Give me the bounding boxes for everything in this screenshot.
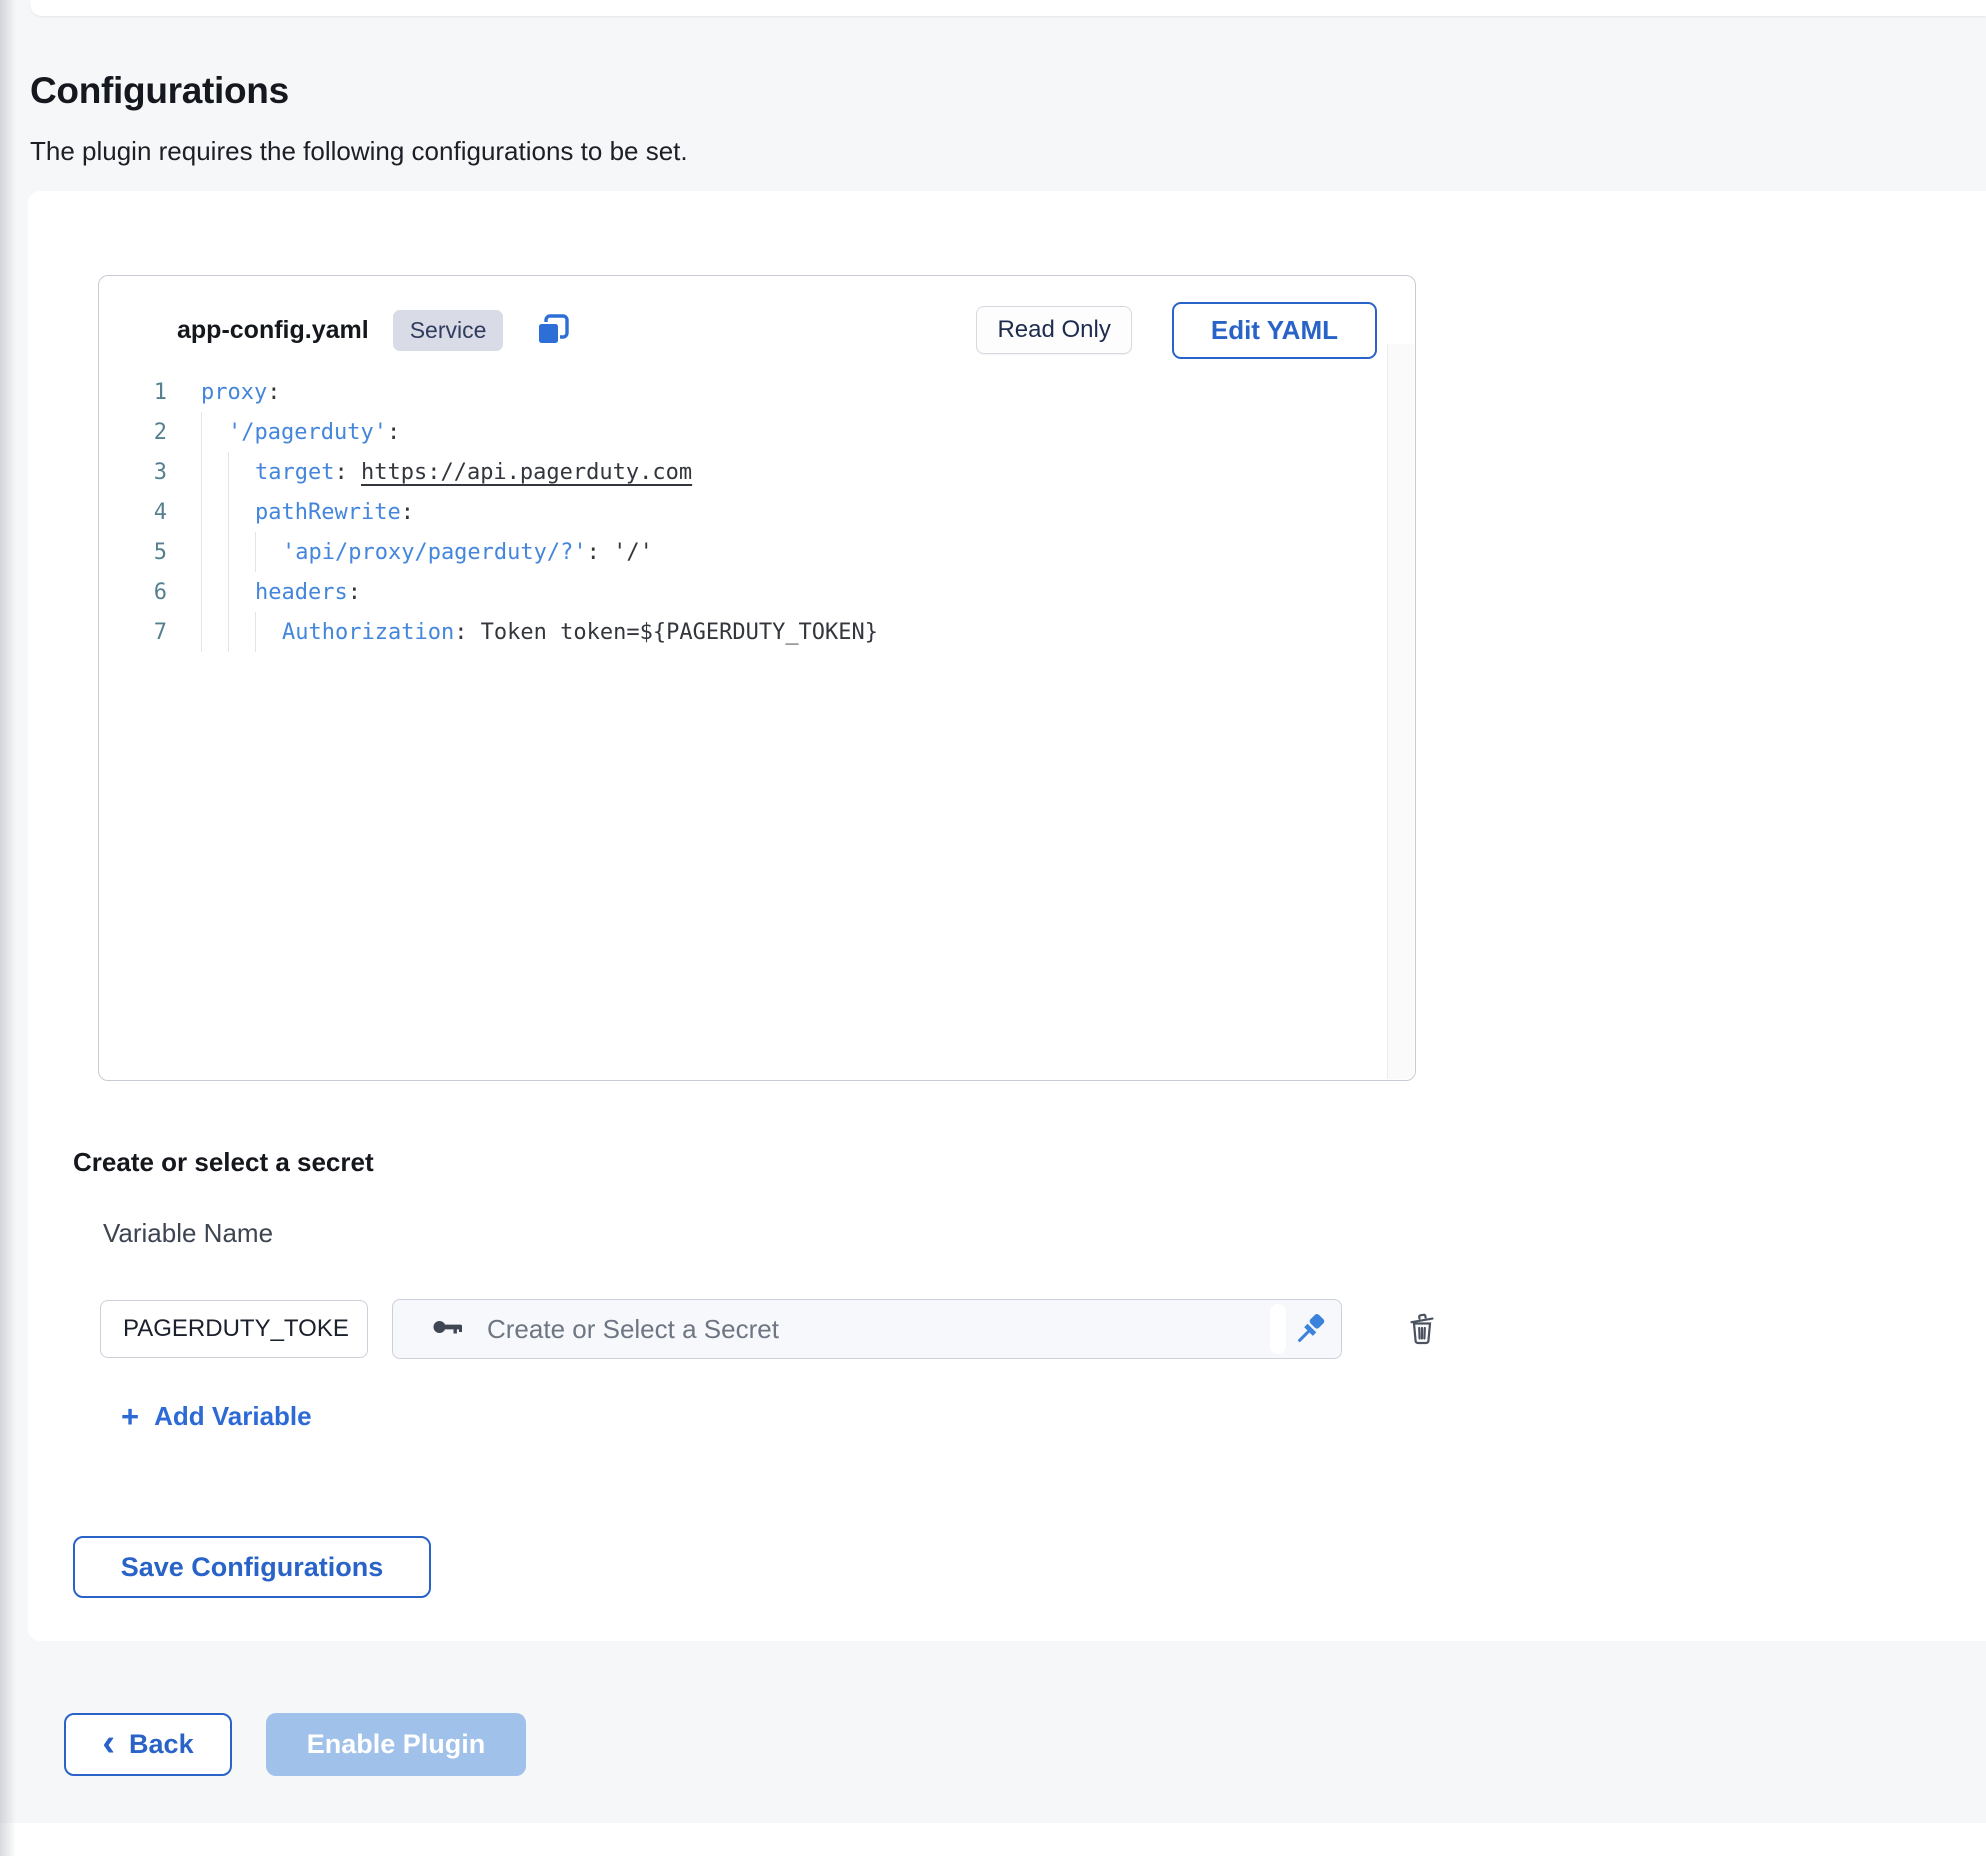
back-label: Back [129, 1729, 194, 1760]
key-icon [431, 1310, 465, 1349]
indent-guide [255, 612, 282, 652]
window-left-edge [0, 0, 16, 1856]
code-line: 5'api/proxy/pagerduty/?': '/' [99, 532, 1415, 572]
indent-guide [228, 612, 255, 652]
code-lines: 1proxy:2'/pagerduty':3target: https://ap… [99, 372, 1415, 1076]
enable-plugin-button[interactable]: Enable Plugin [266, 1713, 526, 1776]
indent-guide [228, 532, 255, 572]
bottom-white-band [0, 1823, 1986, 1856]
editor-header: app-config.yaml Service Read Only Edit Y… [99, 276, 1415, 356]
variable-name-label: Variable Name [103, 1218, 1986, 1249]
line-number: 3 [99, 460, 167, 485]
secret-section: Create or select a secret Variable Name … [73, 1147, 1986, 1598]
pin-icon[interactable] [1286, 1302, 1336, 1356]
indent-guide [228, 572, 255, 612]
save-configurations-button[interactable]: Save Configurations [73, 1536, 431, 1598]
add-variable-label: Add Variable [154, 1401, 312, 1432]
indent-guide [255, 532, 282, 572]
read-only-badge: Read Only [976, 306, 1131, 354]
line-number: 6 [99, 580, 167, 605]
page-subtitle: The plugin requires the following config… [30, 136, 1986, 167]
indent-guide [228, 452, 255, 492]
back-button[interactable]: ‹ Back [64, 1713, 232, 1776]
line-number: 5 [99, 540, 167, 565]
line-number: 1 [99, 380, 167, 405]
previous-card-bottom-edge [30, 0, 1986, 16]
add-variable-button[interactable]: + Add Variable [121, 1401, 312, 1432]
plus-icon: + [121, 1401, 139, 1432]
service-badge: Service [393, 310, 504, 351]
indent-guide [201, 612, 228, 652]
code-line: 3target: https://api.pagerduty.com [99, 452, 1415, 492]
edit-yaml-button[interactable]: Edit YAML [1172, 302, 1377, 359]
code-line: 1proxy: [99, 372, 1415, 412]
indent-guide [201, 492, 228, 532]
yaml-editor-card: app-config.yaml Service Read Only Edit Y… [98, 275, 1416, 1081]
trash-icon[interactable] [1400, 1307, 1444, 1351]
indent-guide [201, 572, 228, 612]
indent-guide [201, 412, 228, 452]
secret-picker-placeholder: Create or Select a Secret [487, 1314, 1270, 1345]
secret-picker[interactable]: Create or Select a Secret [392, 1299, 1342, 1359]
indent-guide [228, 492, 255, 532]
secret-section-title: Create or select a secret [73, 1147, 1986, 1178]
line-number: 4 [99, 500, 167, 525]
indent-guide [201, 452, 228, 492]
page-title: Configurations [30, 70, 1986, 112]
line-number: 2 [99, 420, 167, 445]
code-line: 7Authorization: Token token=${PAGERDUTY_… [99, 612, 1415, 652]
file-name: app-config.yaml [177, 316, 369, 345]
footer-actions: ‹ Back Enable Plugin [64, 1713, 1986, 1776]
indent-guide [201, 532, 228, 572]
picker-divider [1270, 1304, 1286, 1354]
editor-scrollbar[interactable] [1387, 344, 1414, 1079]
code-line: 2'/pagerduty': [99, 412, 1415, 452]
configurations-card: app-config.yaml Service Read Only Edit Y… [28, 191, 1986, 1641]
variable-row: Create or Select a Secret [73, 1299, 1986, 1359]
variable-name-input[interactable] [100, 1300, 368, 1358]
code-line: 4pathRewrite: [99, 492, 1415, 532]
copy-icon[interactable] [533, 308, 573, 352]
code-line: 6headers: [99, 572, 1415, 612]
line-number: 7 [99, 620, 167, 645]
